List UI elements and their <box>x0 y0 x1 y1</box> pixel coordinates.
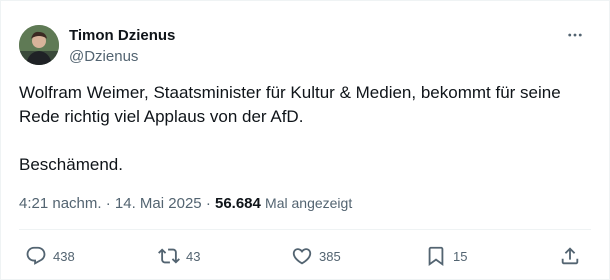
views-label: Mal angezeigt <box>265 195 353 211</box>
share-icon <box>561 247 579 265</box>
bookmark-button[interactable]: 15 <box>425 239 467 273</box>
tweet-date[interactable]: 14. Mai 2025 <box>115 195 202 212</box>
bookmark-count: 15 <box>453 248 468 264</box>
tweet-text: Wolfram Weimer, Staatsminister für Kultu… <box>19 81 594 177</box>
action-bar: 438 43 385 15 <box>19 239 591 273</box>
repost-button[interactable]: 43 <box>158 239 200 273</box>
repost-count: 43 <box>186 248 201 264</box>
more-options-button[interactable] <box>563 23 587 47</box>
avatar-image <box>19 25 59 65</box>
reply-count: 438 <box>53 248 75 264</box>
tweet-paragraph: Wolfram Weimer, Staatsminister für Kultu… <box>19 83 561 126</box>
meta-separator: · <box>205 195 211 212</box>
reply-button[interactable]: 438 <box>25 239 75 273</box>
tweet-card: Timon Dzienus @Dzienus Wolfram Weimer, S… <box>0 0 610 280</box>
avatar[interactable] <box>19 25 59 65</box>
share-button[interactable] <box>559 239 581 273</box>
like-count: 385 <box>319 248 341 264</box>
bookmark-icon <box>428 246 444 267</box>
meta-separator: · <box>105 195 111 212</box>
repost-icon <box>158 248 180 264</box>
divider <box>19 229 591 230</box>
tweet-paragraph: Beschämend. <box>19 155 123 174</box>
views-count: 56.684 <box>214 195 261 212</box>
more-dots-icon <box>568 33 582 37</box>
reply-icon <box>26 246 46 265</box>
tweet-time[interactable]: 4:21 nachm. <box>19 195 102 212</box>
author-handle[interactable]: @Dzienus <box>69 48 138 65</box>
heart-icon <box>292 248 312 265</box>
tweet-meta: 4:21 nachm. · 14. Mai 2025 · 56.684 Mal … <box>19 195 352 212</box>
like-button[interactable]: 385 <box>291 239 341 273</box>
author-name[interactable]: Timon Dzienus <box>69 27 175 44</box>
